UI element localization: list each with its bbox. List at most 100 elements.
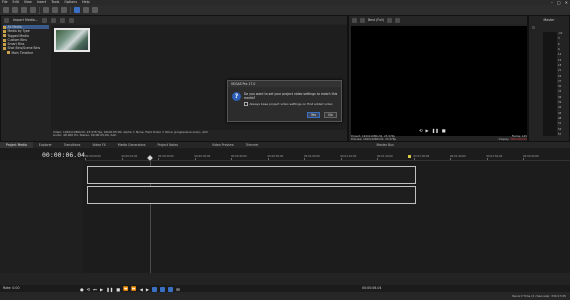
bottom-timecode: 00:00:06.04	[362, 286, 382, 290]
match-settings-dialog: VEGAS Pro 17.0 ? Do you want to set your…	[227, 80, 342, 122]
video-track[interactable]	[87, 166, 416, 184]
ruler-tick	[523, 158, 524, 160]
stop-icon[interactable]: ■	[442, 128, 446, 133]
master-label: Master	[543, 18, 555, 22]
import-media-icon[interactable]	[4, 17, 9, 23]
ruler-label: 00:00:30;00	[194, 155, 211, 158]
split-screen-icon[interactable]	[360, 17, 365, 23]
yes-button[interactable]: Yes	[307, 112, 320, 118]
project-media-panel: Import Media… All Media Media by Type Ta…	[0, 15, 348, 142]
undo-icon[interactable]	[52, 7, 58, 13]
meter-scale-label: 36	[558, 95, 562, 99]
import-media-button[interactable]: Import Media…	[13, 18, 38, 22]
ruler-label: 00:01:40;00	[450, 155, 466, 158]
next-frame-icon[interactable]: ▶	[146, 287, 149, 292]
folder-icon	[3, 42, 6, 46]
ruler-label: 00:01:00;00	[304, 155, 320, 158]
tree-item-main-timeline[interactable]: Main Timeline	[3, 51, 49, 55]
preview-settings-icon[interactable]	[352, 17, 357, 23]
loop-playback-icon[interactable]: ⟲	[87, 287, 91, 292]
media-thumbnail[interactable]	[54, 28, 90, 52]
redo-icon[interactable]	[61, 7, 67, 13]
meter-scale-label: 9	[558, 47, 560, 51]
status-bar: Record Time (2 channels): 339:17:05	[0, 292, 570, 300]
loop-region-marker[interactable]	[408, 155, 411, 158]
loop-icon[interactable]: ⟲	[419, 128, 423, 133]
normal-edit-icon[interactable]	[152, 286, 158, 292]
stop-icon[interactable]: ■	[116, 287, 120, 292]
meter-scale-label: 12	[558, 53, 562, 57]
media-bins-tree: All Media Media by Type Tagged Media Cus…	[3, 25, 49, 130]
folder-icon	[3, 25, 6, 29]
capture-icon[interactable]	[42, 17, 48, 23]
preview-toolbar: Best (Full)	[349, 16, 527, 24]
toolbar-separator	[70, 6, 71, 14]
ruler-tick	[194, 158, 196, 160]
thumbnail-image	[56, 30, 88, 50]
get-media-icon[interactable]	[51, 17, 57, 23]
meter-scale-label: 3	[558, 37, 560, 41]
master-level-meter	[543, 32, 557, 136]
folder-icon	[3, 38, 6, 42]
checkbox-box[interactable]	[244, 102, 248, 106]
always-base-checkbox[interactable]: Always base project video settings on fi…	[244, 102, 333, 106]
render-icon[interactable]	[30, 7, 36, 13]
auto-ripple-icon[interactable]	[168, 286, 174, 292]
toolbar-separator	[39, 6, 40, 14]
ruler-label: 00:00:20;00	[158, 155, 174, 158]
ruler-label: 00:02:00;00	[523, 155, 539, 158]
dialog-message: Do you want to set your project video se…	[244, 92, 338, 100]
remove-icon[interactable]	[60, 17, 66, 23]
ruler-tick	[85, 158, 86, 160]
timeline-ruler[interactable]: 00:00:00;00 00:00:10;00 00:00:20;00 00:00:3…	[85, 155, 570, 161]
lock-envelopes-icon[interactable]: ⊞	[176, 287, 180, 292]
open-icon[interactable]	[12, 7, 18, 13]
meter-scale-label: 39	[558, 101, 562, 105]
rate-label: Rate: 0.00	[3, 286, 20, 290]
ruler-tick	[377, 158, 378, 160]
views-icon[interactable]	[69, 17, 75, 23]
meter-scale-label: 33	[558, 90, 562, 94]
ruler-tick	[486, 158, 488, 160]
properties-icon[interactable]	[43, 7, 49, 13]
envelope-tool-icon[interactable]	[83, 7, 89, 13]
play-icon[interactable]: ▶	[100, 287, 103, 292]
ruler-tick	[413, 158, 415, 160]
ruler-tick	[450, 158, 451, 160]
pause-icon[interactable]: ❚❚	[106, 287, 113, 292]
timeline-timecode[interactable]: 00:00:06.04	[42, 151, 85, 159]
record-icon[interactable]: ●	[80, 287, 84, 292]
media-info-audio: Audio: 48,000 Hz, Stereo, 00:00:05;00, A…	[53, 133, 117, 138]
ruler-label: 00:00:40;00	[231, 155, 247, 158]
ruler-label: 00:01:10;00	[340, 155, 357, 158]
meter-scale-label: 42	[558, 106, 562, 110]
previous-frame-icon[interactable]: ◀	[140, 287, 143, 292]
new-project-icon[interactable]	[3, 7, 9, 13]
snapshot-icon[interactable]	[395, 17, 401, 23]
no-button[interactable]: No	[324, 112, 337, 118]
folder-icon	[3, 34, 6, 38]
meter-scale-label: 54	[558, 127, 562, 131]
audio-track[interactable]	[87, 186, 416, 204]
overlays-icon[interactable]	[387, 17, 393, 23]
selection-tool-icon[interactable]	[92, 7, 98, 13]
pause-icon[interactable]: ❚❚	[432, 128, 439, 133]
meter-scale-label: 21	[558, 69, 562, 73]
folder-icon	[7, 51, 10, 55]
main-toolbar	[0, 5, 570, 15]
master-fx-icon[interactable]	[532, 26, 535, 29]
snapping-icon[interactable]	[160, 286, 166, 292]
preview-info: Project: 1920x1080x32, 23.976p Frame: 14…	[351, 134, 527, 142]
master-header: Master	[529, 16, 569, 24]
preview-quality-select[interactable]: Best (Full)	[368, 18, 384, 22]
save-icon[interactable]	[21, 7, 27, 13]
ruler-tick	[267, 158, 269, 160]
play-icon[interactable]: ▶	[426, 128, 429, 133]
normal-edit-tool-icon[interactable]	[74, 7, 80, 13]
meter-scale-label: 6	[558, 42, 560, 46]
meter-scale-label: 15	[558, 58, 562, 62]
media-info: Video: 1920x1080x32, 23.976 fps, 00:00:0…	[51, 130, 347, 142]
master-meter-scale: -Inf 3 6 9 12 15 18 21 24 27 30 33 36 39 42 45 48 51 54 57	[558, 32, 570, 136]
play-from-start-icon[interactable]: ⏮	[93, 287, 97, 292]
dialog-buttons: Yes No	[307, 112, 337, 118]
